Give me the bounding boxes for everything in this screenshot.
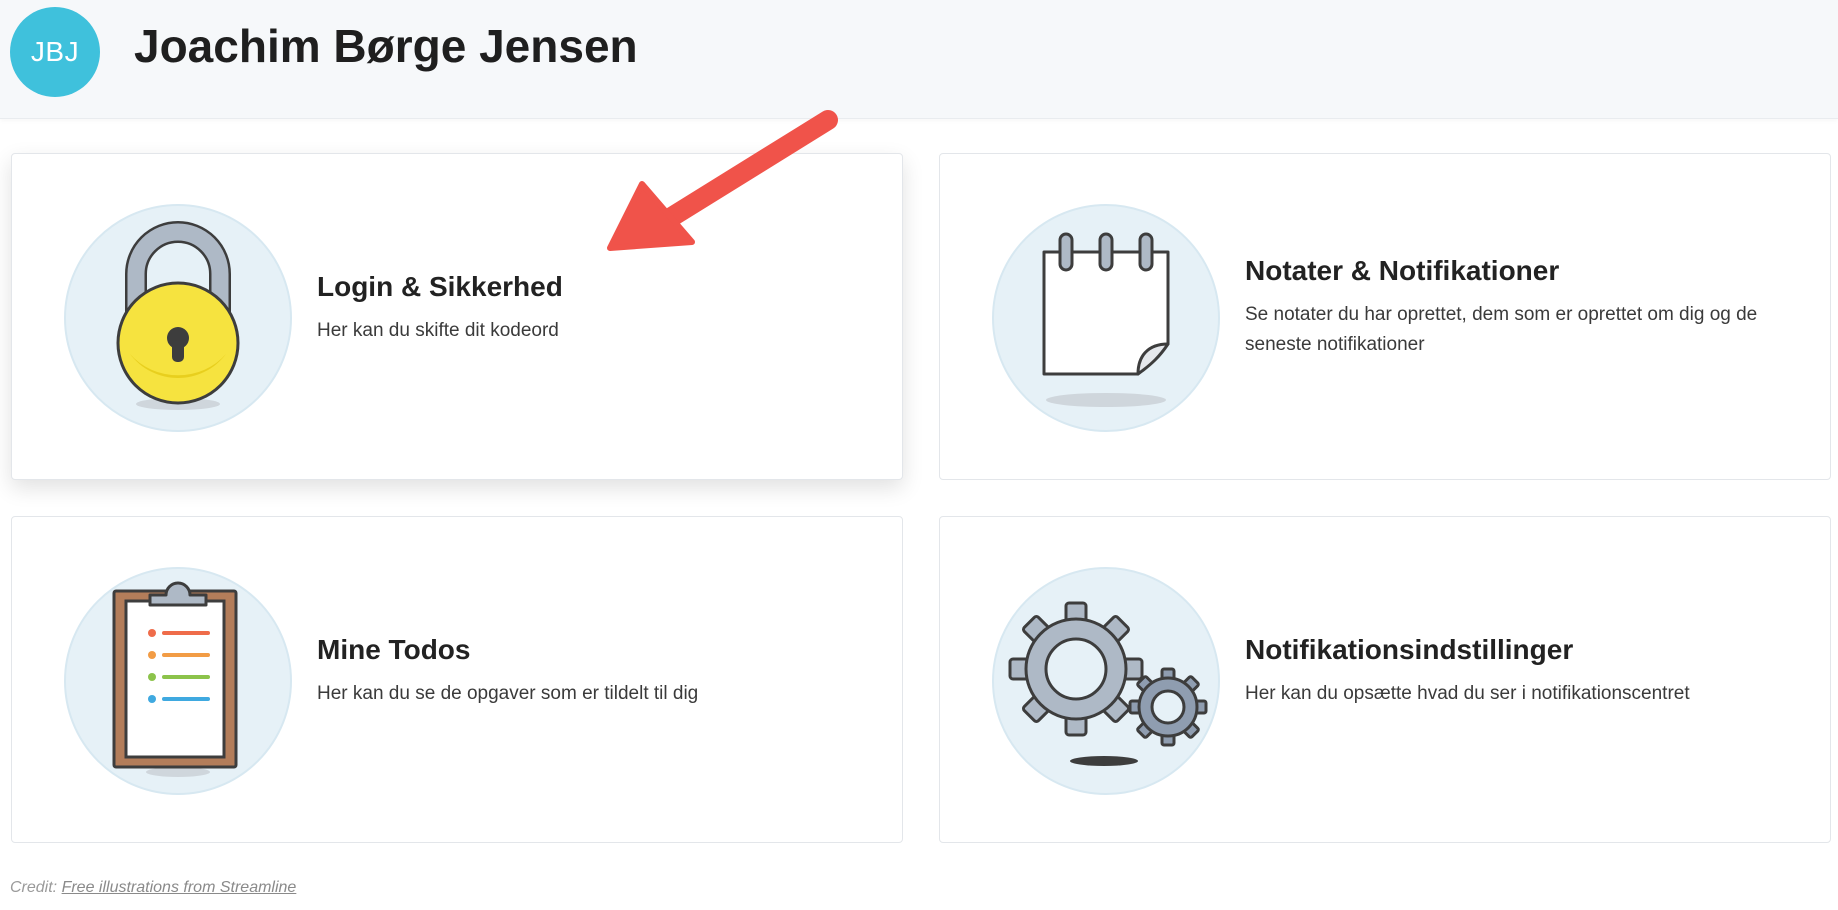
padlock-icon (64, 204, 292, 432)
card-notification-settings[interactable]: Notifikationsindstillinger Her kan du op… (939, 516, 1831, 843)
notepad-icon (992, 204, 1220, 432)
credit-line: Credit: Free illustrations from Streamli… (10, 879, 296, 897)
card-title: Notater & Notifikationer (1245, 255, 1560, 286)
clipboard-icon (64, 567, 292, 795)
credit-prefix: Credit: (10, 879, 58, 896)
user-name: Joachim Børge Jensen (134, 20, 638, 72)
card-description: Her kan du skifte dit kodeord (317, 320, 559, 341)
annotation-arrow-icon (607, 110, 838, 251)
card-title: Notifikationsindstillinger (1245, 634, 1574, 665)
avatar: JBJ (10, 7, 100, 97)
card-my-todos[interactable]: Mine Todos Her kan du se de opgaver som … (11, 516, 903, 843)
card-title: Login & Sikkerhed (317, 271, 563, 302)
card-title: Mine Todos (317, 634, 471, 665)
card-description: Her kan du opsætte hvad du ser i notifik… (1245, 683, 1690, 704)
card-description: Her kan du se de opgaver som er tildelt … (317, 683, 699, 704)
profile-header: JBJ Joachim Børge Jensen (0, 0, 1838, 119)
gears-icon (992, 567, 1220, 795)
card-description: Se notater du har oprettet, dem som er o… (1245, 304, 1758, 355)
card-notes-notifications[interactable]: Notater & Notifikationer Se notater du h… (939, 153, 1831, 480)
streamline-link[interactable]: Free illustrations from Streamline (62, 879, 297, 896)
